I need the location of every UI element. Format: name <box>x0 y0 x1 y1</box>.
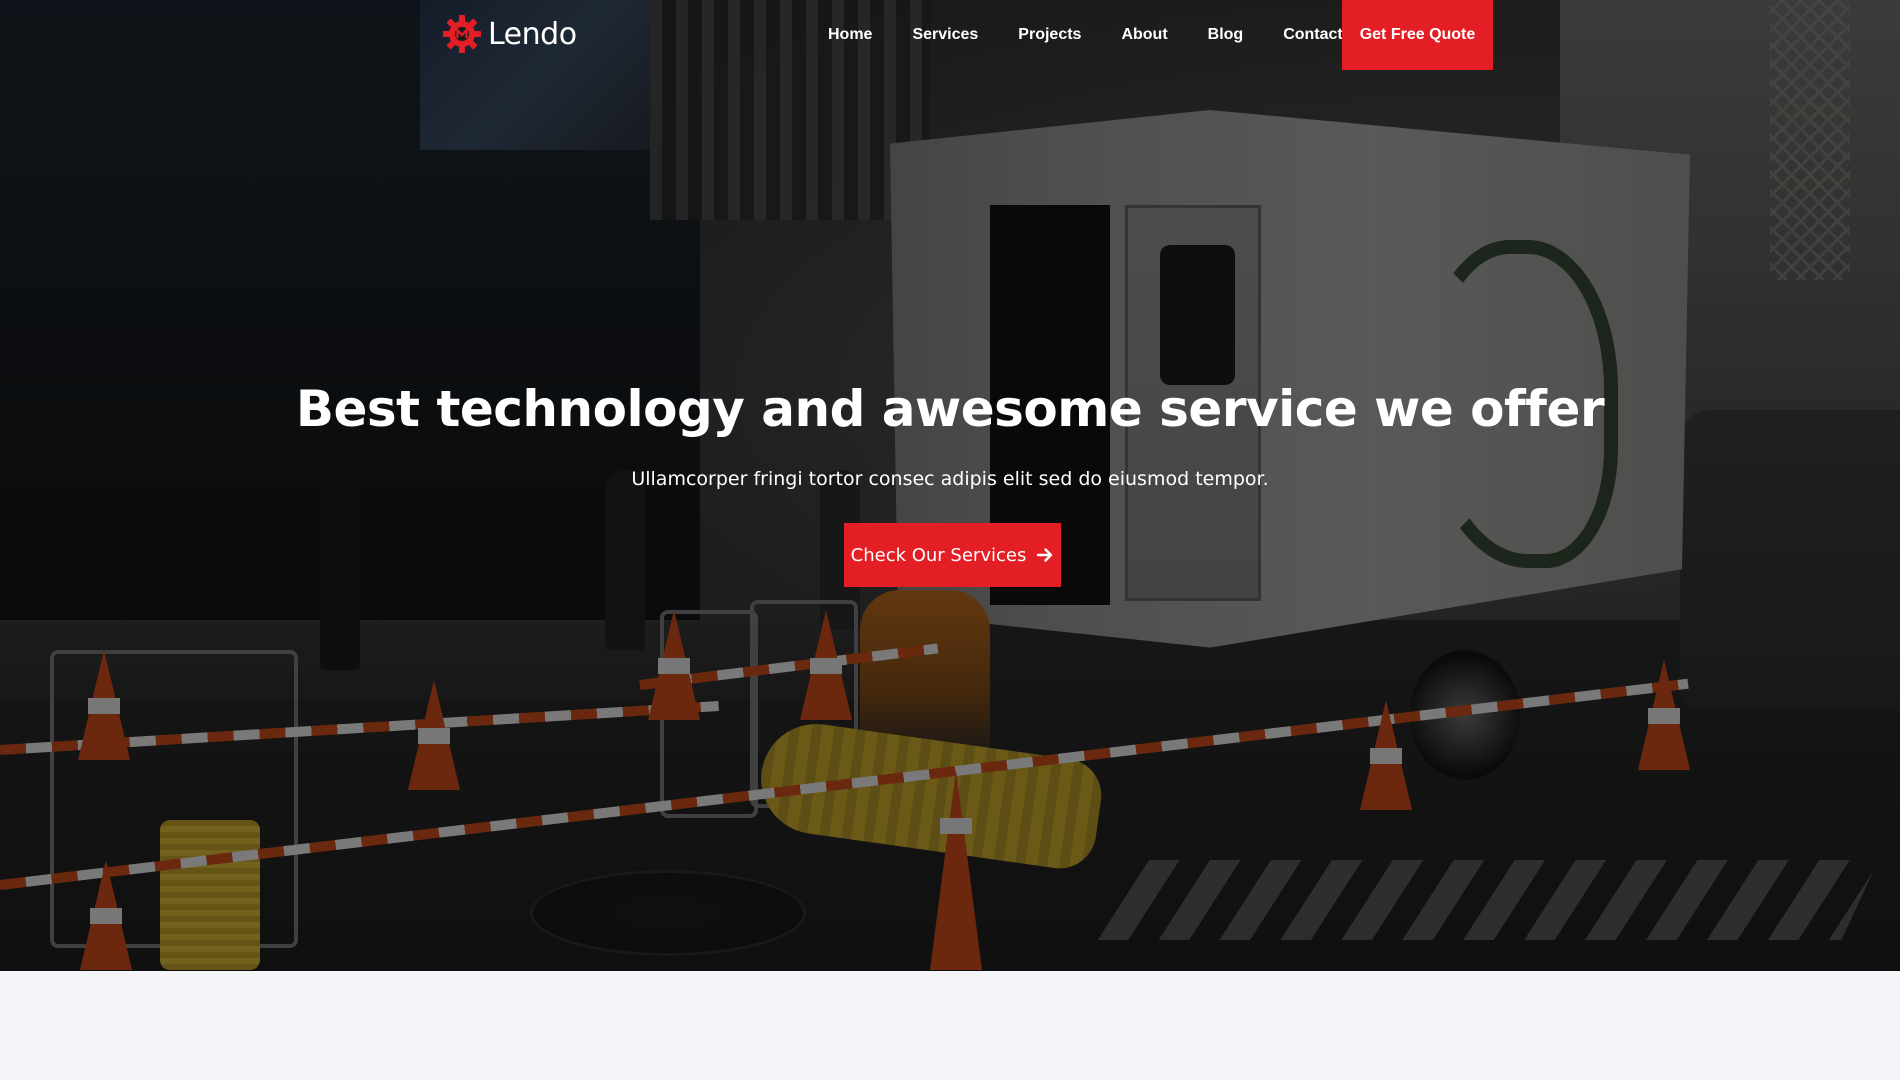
site-logo[interactable]: Lendo <box>442 12 577 56</box>
page-below-hero <box>0 971 1900 1080</box>
hero-title: Best technology and awesome service we o… <box>295 380 1605 438</box>
nav-item-about[interactable]: About <box>1101 0 1187 70</box>
brand-name: Lendo <box>488 16 577 52</box>
nav-item-services[interactable]: Services <box>892 0 998 70</box>
arrow-right-icon <box>1036 546 1054 564</box>
hero-subtitle: Ullamcorper fringi tortor consec adipis … <box>631 468 1269 490</box>
gear-icon <box>442 14 482 54</box>
hero-content: Best technology and awesome service we o… <box>0 380 1900 490</box>
nav-item-blog[interactable]: Blog <box>1188 0 1264 70</box>
cta-label: Check Our Services <box>850 544 1027 566</box>
check-services-button[interactable]: Check Our Services <box>844 523 1061 587</box>
nav-item-home[interactable]: Home <box>808 0 892 70</box>
nav-item-projects[interactable]: Projects <box>998 0 1101 70</box>
get-free-quote-button[interactable]: Get Free Quote <box>1342 0 1493 70</box>
site-header: Lendo Home Services Projects About Blog … <box>0 0 1900 70</box>
main-nav: Home Services Projects About Blog Contac… <box>808 0 1363 70</box>
